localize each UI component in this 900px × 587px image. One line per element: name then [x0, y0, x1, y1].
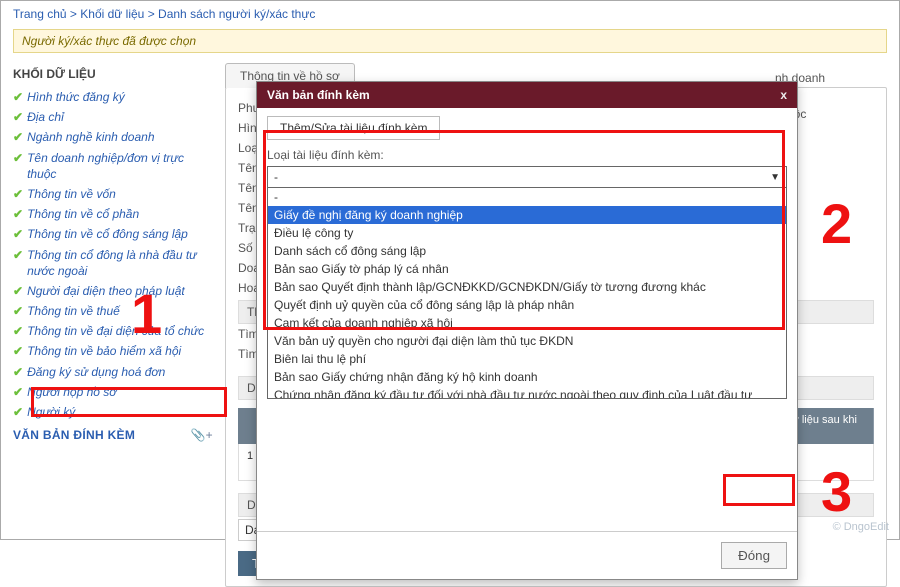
sidebar-item-label: Tên doanh nghiệp/đơn vị trực thuộc [27, 150, 213, 182]
dropdown-option[interactable]: Văn bản uỷ quyền cho người đại diện làm … [268, 332, 786, 350]
sidebar-item[interactable]: ✔Thông tin về thuế [13, 301, 213, 321]
sidebar-item[interactable]: ✔Người ký [13, 402, 213, 422]
sidebar-item[interactable]: ✔Đăng ký sử dụng hoá đơn [13, 362, 213, 382]
sidebar-item-label: Địa chỉ [27, 109, 64, 125]
sidebar-list: ✔Hình thức đăng ký✔Địa chỉ✔Ngành nghề ki… [13, 87, 213, 422]
dropdown-option[interactable]: Chứng nhận đăng ký đầu tư đối với nhà đầ… [268, 386, 786, 398]
dropdown-option[interactable]: Quyết định uỷ quyền của cổ đông sáng lập… [268, 296, 786, 314]
sidebar-item[interactable]: ✔Thông tin về vốn [13, 184, 213, 204]
sidebar-item-label: Thông tin về vốn [27, 186, 116, 202]
paperclip-plus-icon: 📎+ [190, 428, 213, 442]
dropdown-option[interactable]: Bản sao Giấy chứng nhận đăng ký hộ kinh … [268, 368, 786, 386]
sidebar-item-attachments[interactable]: VĂN BẢN ĐÍNH KÈM 📎+ [13, 428, 213, 442]
sidebar-item[interactable]: ✔Địa chỉ [13, 107, 213, 127]
sidebar-item-label: Đăng ký sử dụng hoá đơn [27, 364, 165, 380]
check-icon: ✔ [13, 89, 23, 105]
close-icon[interactable]: x [780, 88, 787, 102]
dropdown-option[interactable]: - [268, 188, 786, 206]
dropdown-option[interactable]: Bản sao Quyết định thành lập/GCNĐKKD/GCN… [268, 278, 786, 296]
check-icon: ✔ [13, 303, 23, 319]
sidebar-item-label: Hình thức đăng ký [27, 89, 125, 105]
sidebar-title: KHỐI DỮ LIỆU [13, 67, 213, 81]
check-icon: ✔ [13, 323, 23, 339]
sidebar-item-label: Thông tin về cổ phần [27, 206, 139, 222]
check-icon: ✔ [13, 404, 23, 420]
crumb-block[interactable]: Khối dữ liệu [80, 7, 144, 21]
doc-type-label: Loại tài liệu đính kèm: [267, 148, 787, 162]
check-icon: ✔ [13, 150, 23, 166]
sidebar-item[interactable]: ✔Thông tin cổ đông là nhà đầu tư nước ng… [13, 245, 213, 281]
check-icon: ✔ [13, 247, 23, 263]
sidebar-item-label: Ngành nghề kinh doanh [27, 129, 154, 145]
chevron-down-icon: ▼ [770, 172, 780, 183]
sidebar-item[interactable]: ✔Thông tin về bảo hiểm xã hội [13, 341, 213, 361]
sidebar-attach-label: VĂN BẢN ĐÍNH KÈM [13, 428, 135, 442]
sidebar: KHỐI DỮ LIỆU ✔Hình thức đăng ký✔Địa chỉ✔… [13, 63, 213, 587]
sidebar-item[interactable]: ✔Tên doanh nghiệp/đơn vị trực thuộc [13, 148, 213, 184]
dropdown-option[interactable]: Bản sao Giấy tờ pháp lý cá nhân [268, 260, 786, 278]
dropdown-option[interactable]: Cam kết của doanh nghiệp xã hội [268, 314, 786, 332]
check-icon: ✔ [13, 343, 23, 359]
doc-type-dropdown[interactable]: - ▼ -Giấy đề nghị đăng ký doanh nghiệpĐi… [267, 166, 787, 399]
dropdown-option[interactable]: Danh sách cổ đông sáng lập [268, 242, 786, 260]
sidebar-item-label: Thông tin về bảo hiểm xã hội [27, 343, 181, 359]
dropdown-option[interactable]: Biên lai thu lệ phí [268, 350, 786, 368]
crumb-current: Danh sách người ký/xác thực [158, 7, 315, 21]
sidebar-item-label: Người nộp hồ sơ [27, 384, 117, 400]
modal-title: Văn bản đính kèm [267, 88, 370, 102]
crumb-home[interactable]: Trang chủ [13, 7, 67, 21]
modal-tab-add-edit[interactable]: Thêm/Sửa tài liệu đính kèm [267, 116, 440, 140]
sidebar-item-label: Người đại diện theo pháp luật [27, 283, 185, 299]
sidebar-item[interactable]: ✔Thông tin về đại diện của tổ chức [13, 321, 213, 341]
check-icon: ✔ [13, 384, 23, 400]
check-icon: ✔ [13, 109, 23, 125]
sidebar-item-label: Người ký [27, 404, 75, 420]
sidebar-item[interactable]: ✔Người đại diện theo pháp luật [13, 281, 213, 301]
sidebar-item[interactable]: ✔Ngành nghề kinh doanh [13, 127, 213, 147]
attachment-modal: Văn bản đính kèm x Thêm/Sửa tài liệu đín… [256, 81, 798, 580]
sidebar-item-label: Thông tin về thuế [27, 303, 120, 319]
check-icon: ✔ [13, 186, 23, 202]
dropdown-option[interactable]: Giấy đề nghị đăng ký doanh nghiệp [268, 206, 786, 224]
check-icon: ✔ [13, 129, 23, 145]
notice-selected-signer: Người ký/xác thực đã được chọn [13, 29, 887, 53]
modal-close-button[interactable]: Đóng [721, 542, 787, 569]
dropdown-option[interactable]: Điều lệ công ty [268, 224, 786, 242]
sidebar-item-label: Thông tin cổ đông là nhà đầu tư nước ngo… [27, 247, 213, 279]
watermark: © DngoEdit [833, 521, 889, 533]
sidebar-item-label: Thông tin về cổ đông sáng lập [27, 226, 188, 242]
check-icon: ✔ [13, 226, 23, 242]
breadcrumb: Trang chủ > Khối dữ liệu > Danh sách ngư… [1, 1, 899, 27]
dropdown-selected: - [274, 170, 278, 184]
check-icon: ✔ [13, 283, 23, 299]
check-icon: ✔ [13, 364, 23, 380]
sidebar-item-label: Thông tin về đại diện của tổ chức [27, 323, 204, 339]
sidebar-item[interactable]: ✔Hình thức đăng ký [13, 87, 213, 107]
sidebar-item[interactable]: ✔Thông tin về cổ phần [13, 204, 213, 224]
sidebar-item[interactable]: ✔Người nộp hồ sơ [13, 382, 213, 402]
sidebar-item[interactable]: ✔Thông tin về cổ đông sáng lập [13, 224, 213, 244]
check-icon: ✔ [13, 206, 23, 222]
